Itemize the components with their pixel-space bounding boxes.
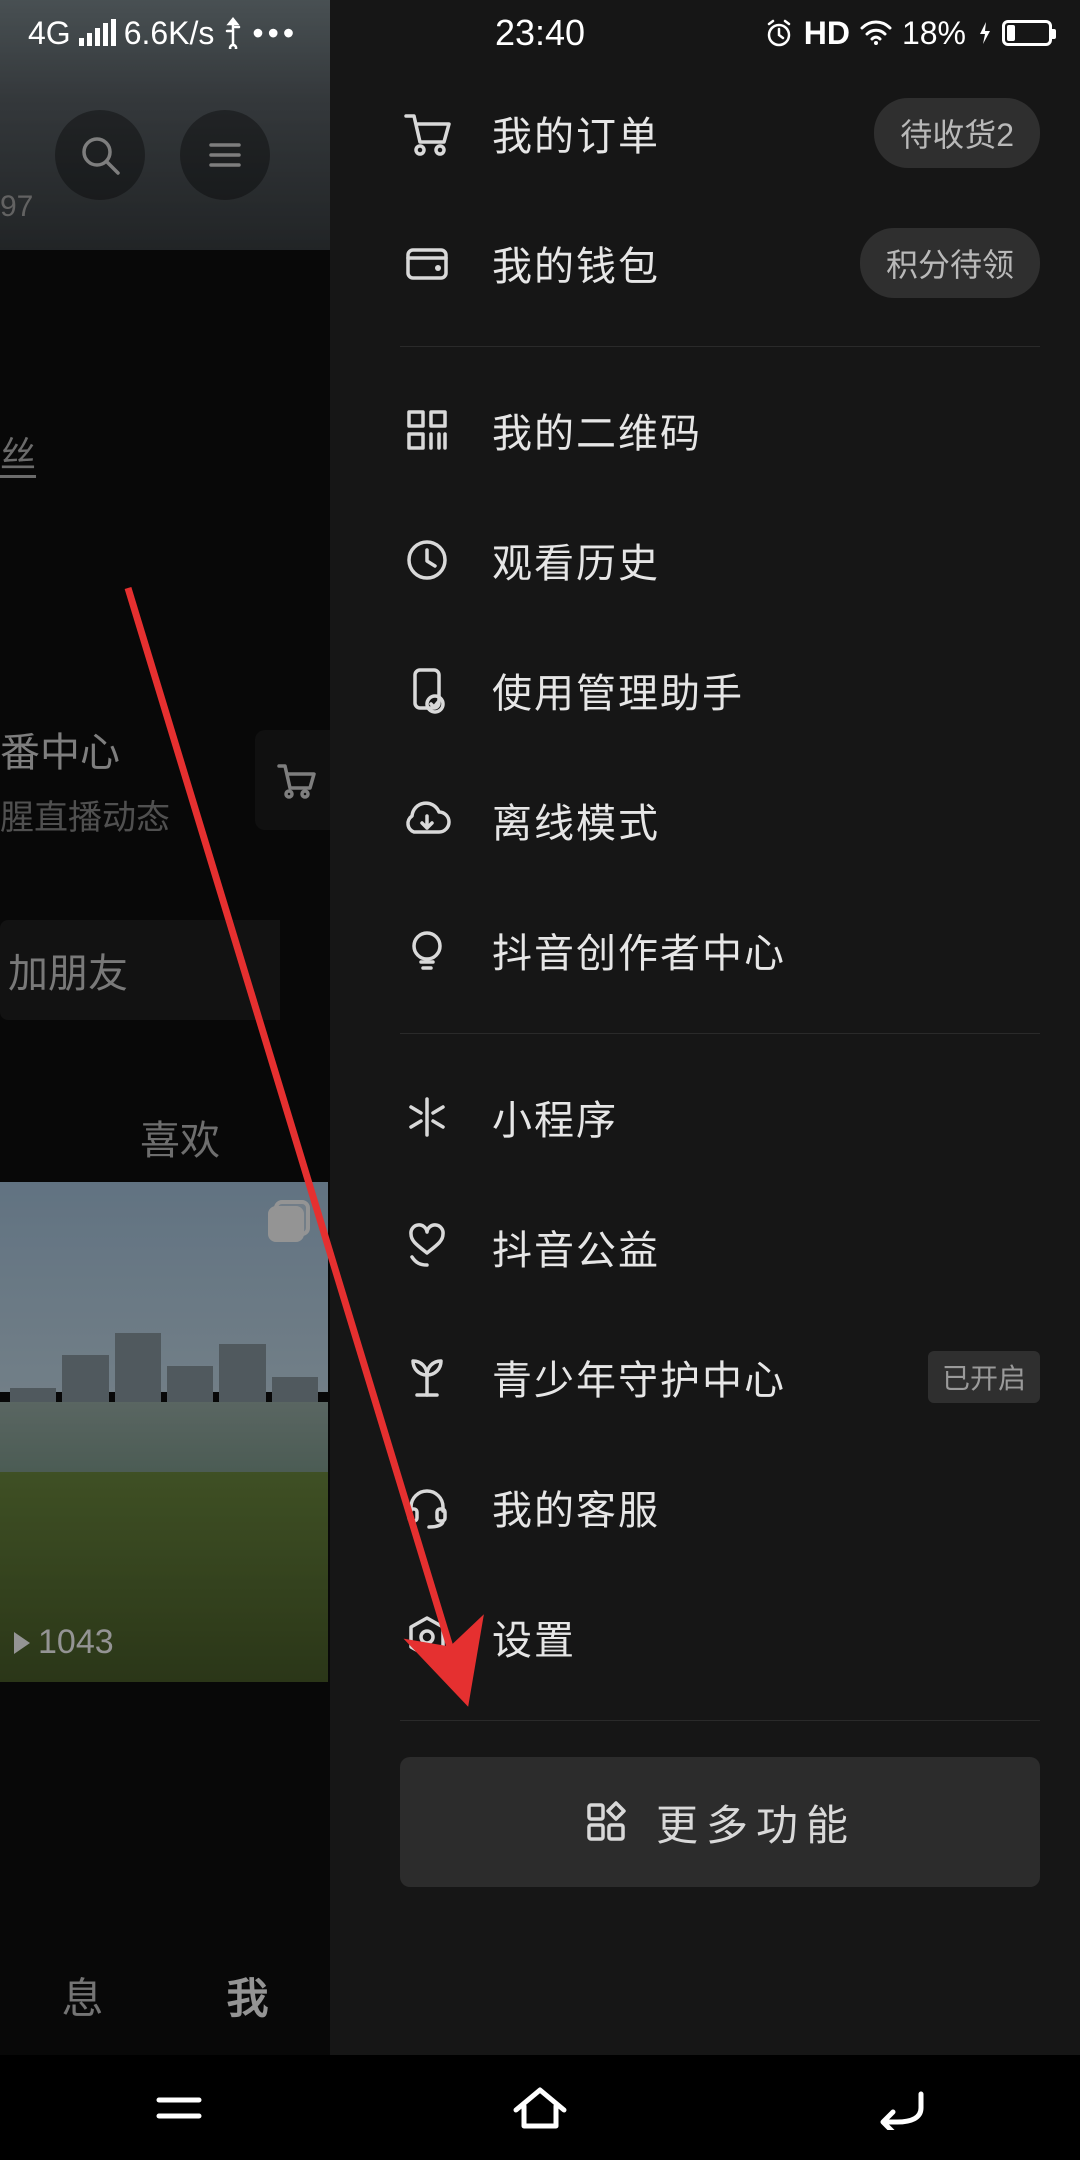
menu-youth[interactable]: 青少年守护中心 已开启 bbox=[400, 1312, 1040, 1442]
phone-check-icon bbox=[400, 663, 454, 717]
home-button[interactable] bbox=[508, 2084, 572, 2132]
side-drawer: 我的订单 待收货2 我的钱包 积分待领 我的二维码 bbox=[330, 0, 1080, 2055]
more-functions-label: 更多功能 bbox=[656, 1792, 856, 1853]
menu-miniapp-label: 小程序 bbox=[492, 1088, 1040, 1146]
grid-icon bbox=[584, 1800, 628, 1844]
hd-label: HD bbox=[804, 15, 850, 52]
battery-icon bbox=[1002, 20, 1052, 46]
menu-orders-label: 我的订单 bbox=[492, 104, 874, 162]
menu-qrcode[interactable]: 我的二维码 bbox=[400, 365, 1040, 495]
battery-pct: 18% bbox=[902, 15, 966, 52]
charging-icon bbox=[978, 20, 992, 46]
menu-settings[interactable]: 设置 bbox=[400, 1572, 1040, 1702]
more-icon: ••• bbox=[252, 15, 298, 52]
menu-history[interactable]: 观看历史 bbox=[400, 495, 1040, 625]
system-nav-bar bbox=[0, 2055, 1080, 2160]
menu-creator-label: 抖音创作者中心 bbox=[492, 921, 1040, 979]
cloud-download-icon bbox=[400, 793, 454, 847]
divider bbox=[400, 346, 1040, 347]
menu-settings-label: 设置 bbox=[492, 1608, 1040, 1666]
menu-creator[interactable]: 抖音创作者中心 bbox=[400, 885, 1040, 1015]
menu-assistant-label: 使用管理助手 bbox=[492, 661, 1040, 719]
divider bbox=[400, 1720, 1040, 1721]
menu-wallet-label: 我的钱包 bbox=[492, 234, 860, 292]
heart-hand-icon bbox=[400, 1220, 454, 1274]
menu-offline[interactable]: 离线模式 bbox=[400, 755, 1040, 885]
dim-overlay[interactable] bbox=[0, 0, 330, 2160]
headset-icon bbox=[400, 1480, 454, 1534]
cart-icon bbox=[400, 106, 454, 160]
spark-icon bbox=[400, 1090, 454, 1144]
network-type: 4G bbox=[28, 15, 71, 52]
qrcode-icon bbox=[400, 403, 454, 457]
status-time: 23:40 bbox=[495, 12, 585, 54]
menu-orders[interactable]: 我的订单 待收货2 bbox=[400, 68, 1040, 198]
status-bar: 4G 6.6K/s ••• 23:40 HD 18% bbox=[0, 0, 1080, 66]
wifi-icon bbox=[860, 20, 892, 46]
settings-icon bbox=[400, 1610, 454, 1664]
youth-status-tag: 已开启 bbox=[928, 1351, 1040, 1403]
signal-icon bbox=[79, 20, 116, 46]
back-button[interactable] bbox=[871, 2086, 931, 2130]
more-functions-button[interactable]: 更多功能 bbox=[400, 1757, 1040, 1887]
lightbulb-icon bbox=[400, 923, 454, 977]
wallet-badge: 积分待领 bbox=[860, 228, 1040, 298]
sprout-icon bbox=[400, 1350, 454, 1404]
menu-qrcode-label: 我的二维码 bbox=[492, 401, 1040, 459]
menu-history-label: 观看历史 bbox=[492, 531, 1040, 589]
menu-charity-label: 抖音公益 bbox=[492, 1218, 1040, 1276]
network-speed: 6.6K/s bbox=[124, 15, 215, 52]
menu-offline-label: 离线模式 bbox=[492, 791, 1040, 849]
menu-support-label: 我的客服 bbox=[492, 1478, 1040, 1536]
wallet-icon bbox=[400, 236, 454, 290]
menu-wallet[interactable]: 我的钱包 积分待领 bbox=[400, 198, 1040, 328]
usb-icon bbox=[222, 17, 244, 49]
recent-apps-button[interactable] bbox=[149, 2088, 209, 2128]
menu-assistant[interactable]: 使用管理助手 bbox=[400, 625, 1040, 755]
clock-icon bbox=[400, 533, 454, 587]
menu-miniapp[interactable]: 小程序 bbox=[400, 1052, 1040, 1182]
divider bbox=[400, 1033, 1040, 1034]
alarm-icon bbox=[764, 18, 794, 48]
menu-support[interactable]: 我的客服 bbox=[400, 1442, 1040, 1572]
orders-badge: 待收货2 bbox=[874, 98, 1040, 168]
menu-charity[interactable]: 抖音公益 bbox=[400, 1182, 1040, 1312]
menu-youth-label: 青少年守护中心 bbox=[492, 1348, 912, 1406]
